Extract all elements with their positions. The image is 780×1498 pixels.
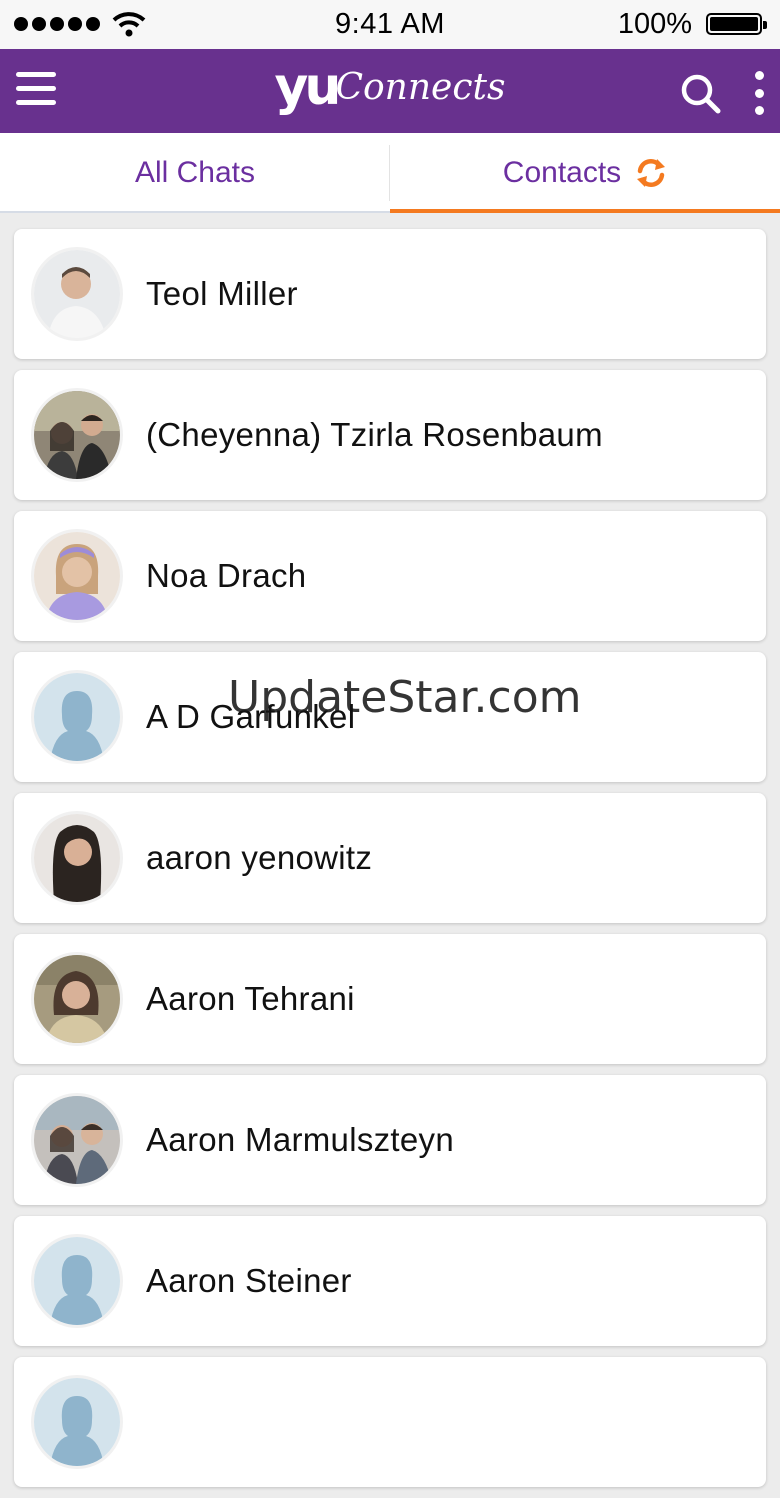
avatar-photo xyxy=(34,1096,120,1184)
contact-list: Teol Miller (Cheyenna) Tzirla Rosenbaum … xyxy=(14,229,766,1498)
tab-bar: All Chats Contacts xyxy=(0,133,780,213)
contact-name: Noa Drach xyxy=(146,557,307,594)
contact-name: Aaron Tehrani xyxy=(146,980,355,1017)
contact-row[interactable]: Aaron Marmulszteyn xyxy=(14,1075,766,1205)
logo-connects: Connects xyxy=(335,66,506,108)
contact-row[interactable]: Teol Miller xyxy=(14,229,766,359)
contact-row[interactable]: Aaron Tehrani xyxy=(14,934,766,1064)
more-options-icon[interactable] xyxy=(752,71,766,115)
contact-name: Aaron Steiner xyxy=(146,1262,352,1299)
app-header: yuConnects xyxy=(0,49,780,133)
contact-row[interactable]: Aaron Steiner xyxy=(14,1216,766,1346)
avatar-photo xyxy=(34,391,120,479)
battery-percentage: 100% xyxy=(617,8,692,40)
avatar-photo xyxy=(34,955,120,1043)
contact-name: (Cheyenna) Tzirla Rosenbaum xyxy=(146,416,603,453)
app-logo: yuConnects xyxy=(0,57,780,117)
avatar-photo xyxy=(34,532,120,620)
contact-row[interactable]: aaron yenowitz xyxy=(14,793,766,923)
default-avatar-icon xyxy=(34,673,120,761)
tab-all-chats-label: All Chats xyxy=(134,156,256,189)
contact-row[interactable] xyxy=(14,1357,766,1487)
avatar-photo xyxy=(34,250,120,338)
default-avatar-icon xyxy=(34,1237,120,1325)
watermark: UpdateStar.com xyxy=(228,672,582,723)
contact-name: Teol Miller xyxy=(146,275,298,312)
default-avatar-icon xyxy=(34,1378,120,1466)
battery-icon xyxy=(706,13,767,35)
contact-name: aaron yenowitz xyxy=(146,839,373,876)
tab-contacts-label: Contacts xyxy=(502,156,622,189)
refresh-icon[interactable] xyxy=(635,157,667,189)
logo-yu: yu xyxy=(274,57,342,117)
avatar-photo xyxy=(34,814,120,902)
contact-row[interactable]: Noa Drach xyxy=(14,511,766,641)
tab-contacts[interactable]: Contacts xyxy=(390,133,780,213)
status-bar: 9:41 AM 100% xyxy=(0,0,780,49)
search-icon[interactable] xyxy=(678,71,722,115)
tab-all-chats[interactable]: All Chats xyxy=(0,133,390,213)
contact-name: Aaron Marmulszteyn xyxy=(146,1121,455,1158)
contact-row[interactable]: (Cheyenna) Tzirla Rosenbaum xyxy=(14,370,766,500)
